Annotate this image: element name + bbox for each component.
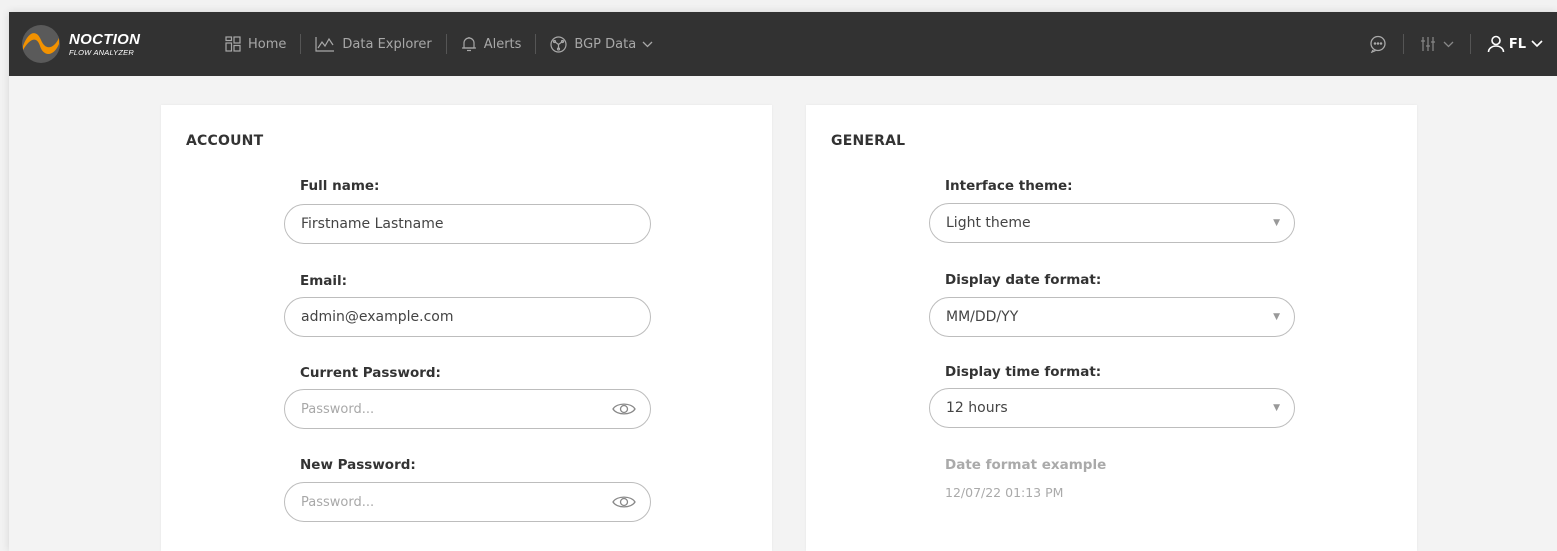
date-format-select[interactable]: MM/DD/YY ▼ — [929, 297, 1295, 337]
theme-label: Interface theme: — [945, 178, 1073, 194]
nav-bgp-data-label: BGP Data — [574, 36, 637, 52]
full-name-value: Firstname Lastname — [301, 216, 444, 232]
date-format-example-label: Date format example — [945, 457, 1107, 473]
chat-bubble-icon — [1370, 35, 1386, 53]
dashboard-icon — [225, 36, 241, 52]
general-card: GENERAL Interface theme: Light theme ▼ D… — [806, 105, 1417, 551]
main-nav: Home Data Explorer Alerts BGP Data — [211, 12, 667, 76]
brand-name: NOCTION — [69, 30, 141, 48]
full-name-label: Full name: — [300, 178, 380, 194]
noction-logo-icon — [22, 25, 60, 63]
new-password-label: New Password: — [300, 457, 416, 473]
nav-alerts[interactable]: Alerts — [447, 36, 536, 53]
toolbar-right: FL — [1353, 12, 1557, 76]
current-password-input[interactable]: Password... — [284, 389, 651, 429]
sliders-icon — [1420, 37, 1435, 51]
chevron-down-icon — [642, 41, 653, 47]
nav-alerts-label: Alerts — [483, 36, 522, 52]
email-value: admin@example.com — [301, 309, 454, 325]
chevron-down-icon — [1443, 41, 1454, 47]
account-card: ACCOUNT Full name: Firstname Lastname Em… — [161, 105, 772, 551]
nav-bgp-data[interactable]: BGP Data — [536, 35, 667, 53]
new-password-input[interactable]: Password... — [284, 482, 651, 522]
time-format-label: Display time format: — [945, 364, 1102, 380]
new-password-placeholder: Password... — [301, 494, 375, 510]
line-chart-icon — [315, 37, 335, 52]
full-name-input[interactable]: Firstname Lastname — [284, 204, 651, 244]
email-input[interactable]: admin@example.com — [284, 297, 651, 337]
show-password-eye-icon[interactable] — [612, 494, 636, 510]
current-password-label: Current Password: — [300, 365, 441, 381]
date-format-label: Display date format: — [945, 272, 1102, 288]
app-window: NOCTION FLOW ANALYZER Home Data Explorer — [9, 12, 1557, 551]
top-navigation-bar: NOCTION FLOW ANALYZER Home Data Explorer — [9, 12, 1557, 76]
caret-down-icon: ▼ — [1273, 312, 1280, 322]
feedback-button[interactable] — [1353, 35, 1403, 53]
date-format-example-value: 12/07/22 01:13 PM — [945, 485, 1064, 500]
email-label: Email: — [300, 273, 348, 289]
logo[interactable]: NOCTION FLOW ANALYZER — [21, 24, 211, 64]
settings-menu-button[interactable] — [1404, 36, 1470, 52]
user-initials: FL — [1508, 36, 1526, 52]
theme-select[interactable]: Light theme ▼ — [929, 203, 1295, 243]
user-icon — [1487, 35, 1505, 53]
nav-data-explorer-label: Data Explorer — [342, 36, 432, 52]
current-password-placeholder: Password... — [301, 401, 375, 417]
user-menu-button[interactable]: FL — [1471, 35, 1543, 53]
chevron-down-icon — [1531, 40, 1543, 48]
time-format-value: 12 hours — [946, 400, 1008, 416]
account-title: ACCOUNT — [186, 133, 264, 149]
nav-home-label: Home — [248, 36, 287, 52]
nav-home[interactable]: Home — [211, 36, 300, 52]
nav-data-explorer[interactable]: Data Explorer — [301, 36, 445, 52]
show-password-eye-icon[interactable] — [612, 401, 636, 417]
caret-down-icon: ▼ — [1273, 403, 1280, 413]
caret-down-icon: ▼ — [1273, 218, 1280, 228]
date-format-value: MM/DD/YY — [946, 309, 1019, 325]
general-title: GENERAL — [831, 133, 906, 149]
brand-subtitle: FLOW ANALYZER — [69, 47, 134, 57]
bell-icon — [461, 36, 476, 51]
theme-value: Light theme — [946, 215, 1031, 231]
network-globe-icon — [550, 35, 568, 53]
time-format-select[interactable]: 12 hours ▼ — [929, 388, 1295, 428]
